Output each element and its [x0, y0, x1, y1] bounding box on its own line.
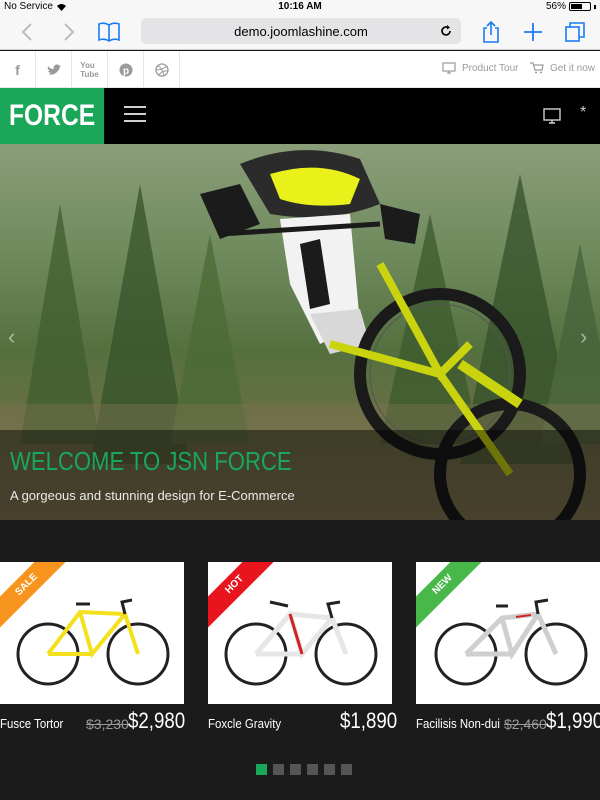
address-bar[interactable]: demo.joomlashine.com: [141, 18, 461, 44]
product-name[interactable]: Fusce Tortor: [0, 716, 63, 731]
get-it-now-link[interactable]: Get it now: [530, 62, 595, 74]
bike-image: [16, 598, 170, 686]
product-tour-label: Product Tour: [462, 62, 519, 74]
product-name[interactable]: Foxcle Gravity: [208, 716, 281, 731]
battery-percent: 56%: [545, 1, 566, 12]
youtube-icon[interactable]: You Tube: [72, 51, 108, 88]
pinterest-icon[interactable]: p: [108, 51, 144, 88]
monitor-icon[interactable]: [543, 108, 561, 124]
bike-image: [434, 598, 588, 686]
bookmarks-button[interactable]: [96, 20, 122, 44]
chevron-right-icon: [64, 23, 75, 41]
dribbble-icon[interactable]: [144, 51, 180, 88]
pagination-dot[interactable]: [324, 764, 335, 775]
carousel-pagination: [256, 764, 352, 775]
hamburger-menu-button[interactable]: [124, 106, 146, 126]
hero-title: WELCOME TO JSN FORCE: [10, 446, 292, 476]
plus-icon: [524, 23, 542, 41]
tabs-icon: [565, 22, 585, 42]
monitor-icon: [442, 62, 456, 74]
site-logo[interactable]: FORCE: [0, 88, 105, 144]
site-header: FORCE *: [0, 88, 600, 144]
chevron-left-icon: [21, 23, 32, 41]
hero-slider[interactable]: ‹ › WELCOME TO JSN FORCE A gorgeous and …: [0, 144, 600, 520]
back-button[interactable]: [14, 20, 40, 44]
hero-caption: WELCOME TO JSN FORCE A gorgeous and stun…: [0, 430, 600, 520]
slider-next-arrow[interactable]: ›: [580, 324, 587, 350]
product-carousel: SALE Fusce Tortor $3,230 $2,980 HOT Foxc…: [0, 520, 600, 800]
browser-toolbar: demo.joomlashine.com: [0, 14, 600, 50]
pagination-dot[interactable]: [256, 764, 267, 775]
product-price: $1,890: [340, 708, 398, 733]
battery-fill: [571, 4, 583, 9]
product-card[interactable]: SALE: [0, 562, 184, 704]
product-price: $1,990: [546, 708, 600, 733]
forward-button[interactable]: [56, 20, 82, 44]
reload-icon[interactable]: [439, 24, 453, 38]
battery-tip: [594, 4, 596, 9]
status-right: 56%: [546, 1, 596, 12]
product-card[interactable]: NEW: [416, 562, 600, 704]
asterisk-icon[interactable]: *: [580, 104, 586, 122]
url-text: demo.joomlashine.com: [234, 24, 368, 39]
slider-prev-arrow[interactable]: ‹: [8, 324, 15, 350]
hero-subtitle: A gorgeous and stunning design for E-Com…: [10, 488, 295, 503]
pagination-dot[interactable]: [307, 764, 318, 775]
product-card[interactable]: HOT: [208, 562, 392, 704]
twitter-icon[interactable]: [36, 51, 72, 88]
battery-icon: [569, 2, 591, 11]
new-tab-button[interactable]: [520, 20, 546, 44]
pagination-dot[interactable]: [290, 764, 301, 775]
product-tour-link[interactable]: Product Tour: [442, 62, 519, 74]
product-name[interactable]: Facilisis Non-dui: [416, 716, 500, 731]
cart-icon: [530, 62, 544, 74]
facebook-icon[interactable]: f: [0, 51, 36, 88]
bike-image: [224, 600, 378, 686]
svg-text:p: p: [122, 66, 128, 77]
book-icon: [98, 22, 120, 42]
pagination-dot[interactable]: [273, 764, 284, 775]
get-it-now-label: Get it now: [550, 62, 596, 74]
share-button[interactable]: [478, 20, 504, 44]
share-icon: [483, 20, 499, 43]
top-bar: f You Tube p Product Tour Get it now: [0, 51, 600, 88]
status-time: 10:16 AM: [278, 1, 322, 12]
tabs-button[interactable]: [562, 20, 588, 44]
product-price: $2,980: [128, 708, 186, 733]
status-bar: No Service 10:16 AM 56%: [0, 0, 600, 14]
product-old-price: $2,460: [504, 716, 547, 732]
pagination-dot[interactable]: [341, 764, 352, 775]
product-old-price: $3,230: [86, 716, 129, 732]
